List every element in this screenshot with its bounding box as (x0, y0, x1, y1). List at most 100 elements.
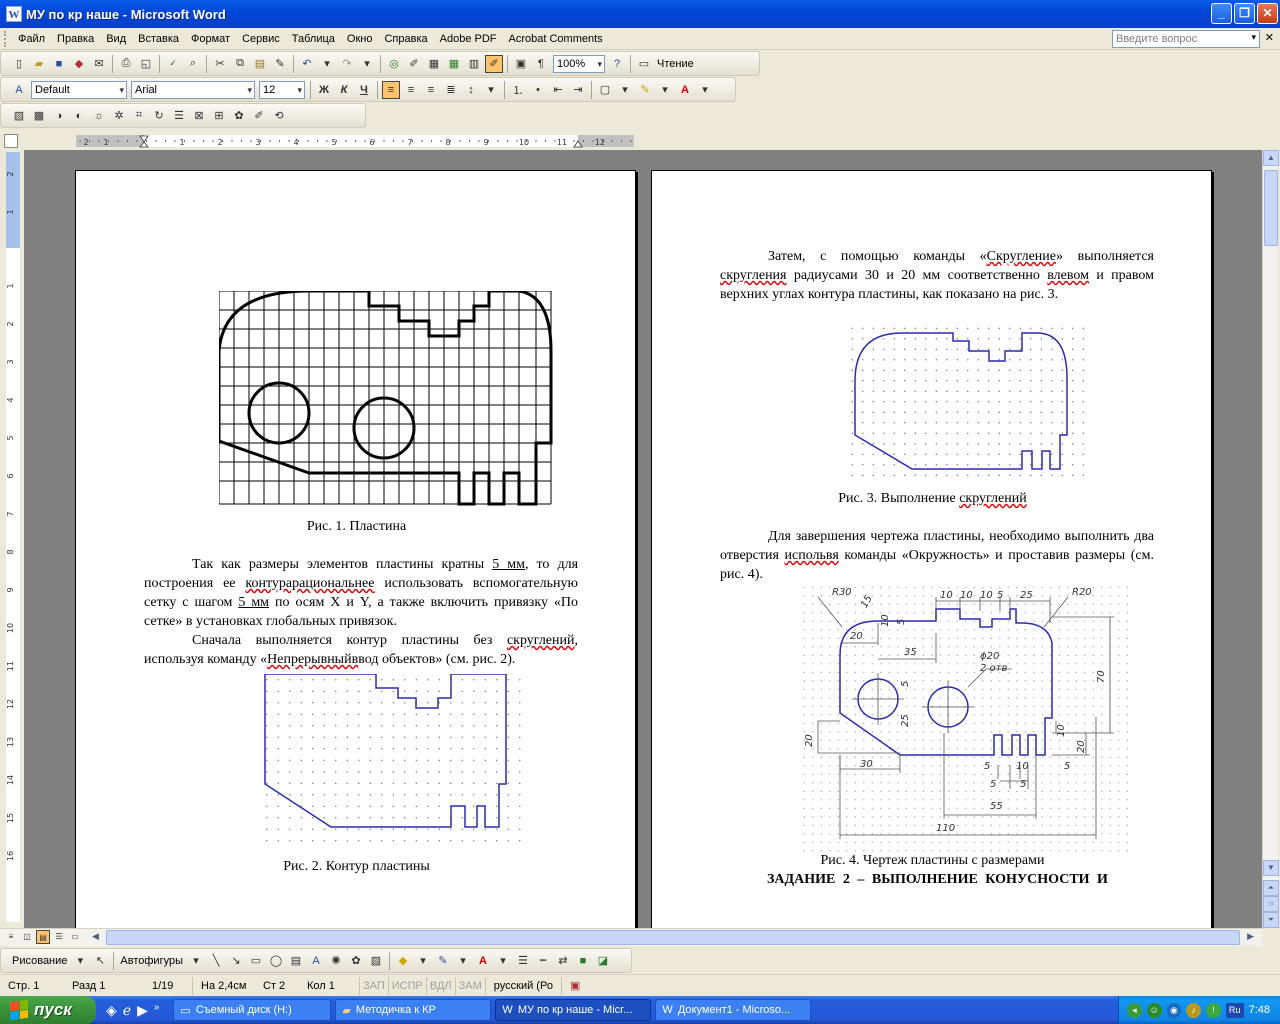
scroll-left-icon[interactable]: ◀ (92, 931, 99, 942)
italic-button[interactable]: К (335, 81, 353, 99)
text-wrapping-icon[interactable]: ⊞ (210, 107, 228, 125)
internet-explorer-icon[interactable]: ℯ (123, 1002, 131, 1019)
print-icon[interactable]: ⎙ (117, 55, 135, 73)
font-color-icon[interactable]: A (676, 81, 694, 99)
font-size-select[interactable]: 12 (259, 80, 305, 99)
styles-icon[interactable]: A (10, 81, 28, 99)
show-desktop-icon[interactable]: ◈ (106, 1002, 117, 1019)
media-player-icon[interactable]: ▶ (137, 1002, 148, 1019)
task-removable-disk[interactable]: ▭ Съемный диск (H:) (173, 999, 332, 1021)
line-color-dropdown-icon[interactable]: ▾ (454, 952, 472, 970)
line-icon[interactable]: ╲ (207, 952, 225, 970)
paste-icon[interactable]: ▤ (251, 55, 269, 73)
menu-insert[interactable]: Вставка (132, 33, 185, 45)
line-style-draw-icon[interactable]: ☰ (514, 952, 532, 970)
style-select[interactable]: Default (31, 80, 127, 99)
menu-adobe-pdf[interactable]: Adobe PDF (434, 33, 503, 45)
redo-dropdown-icon[interactable]: ▾ (358, 55, 376, 73)
tab-selector[interactable] (4, 134, 18, 148)
dash-style-icon[interactable]: ┅ (534, 952, 552, 970)
arrow-icon[interactable]: ↘ (227, 952, 245, 970)
more-brightness-icon[interactable]: ☼ (90, 107, 108, 125)
3d-style-icon[interactable]: ◪ (594, 952, 612, 970)
select-browse-object-icon[interactable]: ○ (1263, 896, 1279, 912)
status-pages[interactable]: 1/19 (144, 977, 192, 995)
task-methodology-folder[interactable]: ▰ Методичка к КР (335, 999, 492, 1021)
help-icon[interactable]: ? (608, 55, 626, 73)
picture-icon[interactable]: ▨ (367, 952, 385, 970)
drawing-menu-button[interactable]: Рисование (9, 955, 70, 967)
fill-color-dropdown-icon[interactable]: ▾ (414, 952, 432, 970)
quick-launch-more-icon[interactable]: » (154, 1002, 160, 1019)
menu-edit[interactable]: Правка (51, 33, 100, 45)
menubar-grip[interactable] (4, 30, 8, 47)
status-track-changes[interactable]: ИСПР (387, 976, 426, 995)
page-left[interactable]: Рис. 1. Пластина Так как размеры элемент… (75, 170, 636, 930)
status-language[interactable]: русский (Ро (484, 976, 561, 995)
normal-view-icon[interactable]: ≡ (4, 930, 18, 944)
less-contrast-icon[interactable]: ◐ (70, 107, 88, 125)
insert-picture-icon[interactable]: ▨ (10, 107, 28, 125)
oval-icon[interactable]: ◯ (267, 952, 285, 970)
line-spacing-icon[interactable]: ↕ (462, 81, 480, 99)
menu-window[interactable]: Окно (341, 33, 379, 45)
shadow-style-icon[interactable]: ■ (574, 952, 592, 970)
less-brightness-icon[interactable]: ✲ (110, 107, 128, 125)
safely-remove-icon[interactable]: ! (1206, 1002, 1221, 1018)
clip-art-icon[interactable]: ✿ (347, 952, 365, 970)
font-select[interactable]: Arial (131, 80, 255, 99)
task-word-document1[interactable]: W Документ1 - Microso... (655, 999, 812, 1021)
align-left-icon[interactable]: ≡ (382, 80, 400, 99)
tables-borders-icon[interactable]: ✐ (405, 55, 423, 73)
word-app-icon[interactable]: W (6, 6, 22, 22)
status-position[interactable]: На 2,4см (193, 977, 255, 995)
draw-font-color-dropdown-icon[interactable]: ▾ (494, 952, 512, 970)
drawing-icon[interactable]: ✐ (485, 54, 503, 73)
print-layout-icon[interactable]: ▤ (36, 930, 50, 944)
permission-icon[interactable]: ◆ (70, 55, 88, 73)
horizontal-ruler[interactable]: 1 2 1 2 3 4 5 6 7 8 9 10 11 12 (0, 132, 1264, 150)
status-extend[interactable]: ВДЛ (425, 976, 455, 995)
format-picture-icon[interactable]: ✿ (230, 107, 248, 125)
undo-dropdown-icon[interactable]: ▾ (318, 55, 336, 73)
status-section[interactable]: Разд 1 (64, 977, 144, 995)
status-overtype[interactable]: ЗАМ (454, 976, 485, 995)
task-word-current[interactable]: W МУ по кр наше - Micr... (495, 999, 652, 1021)
reading-icon[interactable]: ▭ (635, 55, 653, 73)
web-layout-icon[interactable]: ◫ (20, 930, 34, 944)
decrease-indent-icon[interactable]: ⇤ (549, 81, 567, 99)
crop-icon[interactable]: ⌗ (130, 107, 148, 125)
print-preview-icon[interactable]: ◱ (137, 55, 155, 73)
drawing-menu-dropdown-icon[interactable]: ▾ (71, 952, 89, 970)
horizontal-scrollbar[interactable]: ≡ ◫ ▤ ☰ ▭ ◀ ▶ (0, 928, 1262, 946)
vertical-scroll-thumb[interactable] (1264, 170, 1278, 246)
menu-tools[interactable]: Сервис (236, 33, 286, 45)
rectangle-icon[interactable]: ▭ (247, 952, 265, 970)
increase-indent-icon[interactable]: ⇥ (569, 81, 587, 99)
research-icon[interactable]: ⌕ (184, 55, 202, 73)
more-contrast-icon[interactable]: ◑ (50, 107, 68, 125)
text-box-icon[interactable]: ▤ (287, 952, 305, 970)
page-right[interactable]: Затем, с помощью команды «Скругление» вы… (651, 170, 1212, 930)
align-center-icon[interactable]: ≡ (402, 81, 420, 99)
minimize-button[interactable]: _ (1211, 3, 1232, 24)
spelling-icon[interactable]: ✓ (164, 55, 182, 73)
format-painter-icon[interactable]: ✎ (271, 55, 289, 73)
show-hide-icon[interactable]: ¶ (532, 55, 550, 73)
redo-icon[interactable]: ↷ (338, 55, 356, 73)
wordart-icon[interactable]: A (307, 952, 325, 970)
reading-layout-icon[interactable]: ▭ (68, 930, 82, 944)
hyperlink-icon[interactable]: ◎ (385, 55, 403, 73)
align-right-icon[interactable]: ≡ (422, 81, 440, 99)
start-button[interactable]: пуск (0, 996, 96, 1024)
set-transparent-icon[interactable]: ✐ (250, 107, 268, 125)
color-icon[interactable]: ▩ (30, 107, 48, 125)
fill-color-icon[interactable]: ◆ (394, 952, 412, 970)
email-icon[interactable]: ✉ (90, 55, 108, 73)
new-document-icon[interactable]: ▯ (10, 55, 28, 73)
status-record[interactable]: ЗАП (359, 976, 388, 995)
menu-acrobat-comments[interactable]: Acrobat Comments (503, 33, 609, 45)
previous-page-icon[interactable]: ⏶ (1263, 880, 1279, 896)
borders-icon[interactable]: ▢ (596, 81, 614, 99)
horizontal-scroll-thumb[interactable] (106, 930, 1240, 945)
